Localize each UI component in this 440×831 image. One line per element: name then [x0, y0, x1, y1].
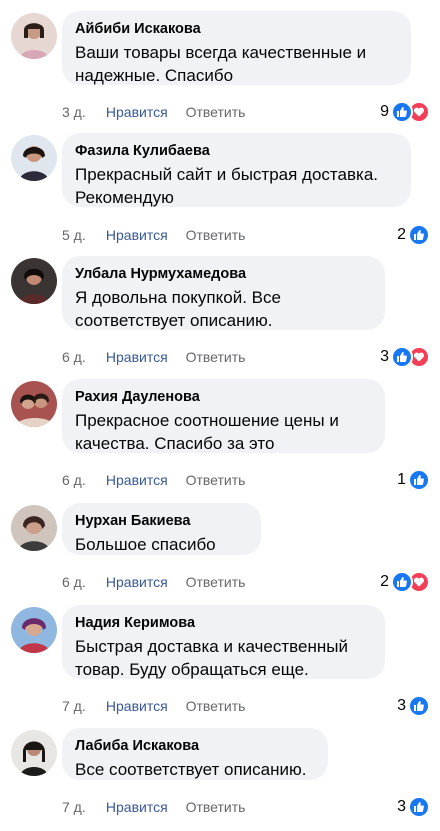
- like-reaction-icon: [391, 571, 413, 593]
- avatar[interactable]: [11, 135, 57, 181]
- like-reaction-icon: [391, 101, 413, 123]
- comment-meta: 6 д. Нравится Ответить: [62, 572, 245, 592]
- comment-meta: 5 д. Нравится Ответить: [62, 225, 245, 245]
- comment-bubble: Лабиба Искакова Все соответствует описан…: [62, 728, 328, 780]
- comment-meta: 7 д. Нравится Ответить: [62, 696, 245, 716]
- reaction-count: 3: [397, 798, 406, 815]
- reaction-count: 1: [397, 471, 406, 488]
- comment-text: Быстрая доставка и качественный товар. Б…: [75, 637, 348, 679]
- comment-time[interactable]: 6 д.: [62, 347, 90, 367]
- reaction-count: 2: [397, 226, 406, 243]
- comment-bubble: Рахия Дауленова Прекрасное соотношение ц…: [62, 379, 385, 453]
- reaction-count: 3: [397, 697, 406, 714]
- comment-bubble: Надия Керимова Быстрая доставка и качест…: [62, 605, 385, 679]
- comment-author[interactable]: Надия Керимова: [75, 614, 372, 632]
- like-reaction-icon: [391, 346, 413, 368]
- reactions-summary[interactable]: 9: [380, 101, 430, 123]
- comment-bubble: Нурхан Бакиева Большое спасибо: [62, 503, 261, 555]
- reactions-summary[interactable]: 2: [380, 571, 430, 593]
- comment-bubble: Айбиби Искакова Ваши товары всегда качес…: [62, 11, 411, 85]
- reaction-count: 3: [380, 348, 389, 365]
- reactions-summary[interactable]: 3: [397, 796, 430, 818]
- comment-text: Прекрасное соотношение цены и качества. …: [75, 411, 339, 453]
- comment-meta: 6 д. Нравится Ответить: [62, 347, 245, 367]
- comment-meta: 3 д. Нравится Ответить: [62, 102, 245, 122]
- comment-author[interactable]: Айбиби Искакова: [75, 20, 398, 38]
- avatar[interactable]: [11, 381, 57, 427]
- comment-bubble: Улбала Нурмухамедова Я довольна покупкой…: [62, 256, 385, 330]
- comment-text: Все соответствует описанию.: [75, 760, 307, 779]
- like-button[interactable]: Нравится: [106, 104, 168, 120]
- avatar[interactable]: [11, 505, 57, 551]
- comment-time[interactable]: 5 д.: [62, 225, 90, 245]
- reply-button[interactable]: Ответить: [186, 104, 246, 120]
- comment-text: Прекрасный сайт и быстрая доставка. Реко…: [75, 165, 379, 207]
- like-button[interactable]: Нравится: [106, 227, 168, 243]
- comment-meta: 6 д. Нравится Ответить: [62, 470, 245, 490]
- reactions-summary[interactable]: 3: [380, 346, 430, 368]
- comment-author[interactable]: Нурхан Бакиева: [75, 512, 248, 530]
- comment-author[interactable]: Рахия Дауленова: [75, 388, 372, 406]
- reply-button[interactable]: Ответить: [186, 472, 246, 488]
- reply-button[interactable]: Ответить: [186, 227, 246, 243]
- reply-button[interactable]: Ответить: [186, 799, 246, 815]
- comment-author[interactable]: Фазила Кулибаева: [75, 142, 398, 160]
- like-reaction-icon: [408, 796, 430, 818]
- comment-time[interactable]: 6 д.: [62, 470, 90, 490]
- reactions-summary[interactable]: 3: [397, 695, 430, 717]
- comment-time[interactable]: 7 д.: [62, 797, 90, 817]
- like-button[interactable]: Нравится: [106, 349, 168, 365]
- like-reaction-icon: [408, 469, 430, 491]
- comment-text: Большое спасибо: [75, 535, 216, 554]
- like-button[interactable]: Нравится: [106, 472, 168, 488]
- like-reaction-icon: [408, 224, 430, 246]
- reaction-count: 9: [380, 103, 389, 120]
- comment-author[interactable]: Лабиба Искакова: [75, 737, 315, 755]
- comment-text: Я довольна покупкой. Все соответствует о…: [75, 288, 281, 330]
- comment-list: Айбиби Искакова Ваши товары всегда качес…: [0, 0, 440, 831]
- comment-time[interactable]: 3 д.: [62, 102, 90, 122]
- reply-button[interactable]: Ответить: [186, 574, 246, 590]
- reply-button[interactable]: Ответить: [186, 698, 246, 714]
- reply-button[interactable]: Ответить: [186, 349, 246, 365]
- avatar[interactable]: [11, 13, 57, 59]
- like-button[interactable]: Нравится: [106, 799, 168, 815]
- comment-time[interactable]: 6 д.: [62, 572, 90, 592]
- reactions-summary[interactable]: 2: [397, 224, 430, 246]
- comment-time[interactable]: 7 д.: [62, 696, 90, 716]
- reaction-count: 2: [380, 573, 389, 590]
- comment-bubble: Фазила Кулибаева Прекрасный сайт и быстр…: [62, 133, 411, 207]
- avatar[interactable]: [11, 258, 57, 304]
- like-reaction-icon: [408, 695, 430, 717]
- comment-meta: 7 д. Нравится Ответить: [62, 797, 245, 817]
- comment-author[interactable]: Улбала Нурмухамедова: [75, 265, 372, 283]
- like-button[interactable]: Нравится: [106, 698, 168, 714]
- avatar[interactable]: [11, 607, 57, 653]
- comment-text: Ваши товары всегда качественные и надежн…: [75, 43, 367, 85]
- reactions-summary[interactable]: 1: [397, 469, 430, 491]
- like-button[interactable]: Нравится: [106, 574, 168, 590]
- avatar[interactable]: [11, 730, 57, 776]
